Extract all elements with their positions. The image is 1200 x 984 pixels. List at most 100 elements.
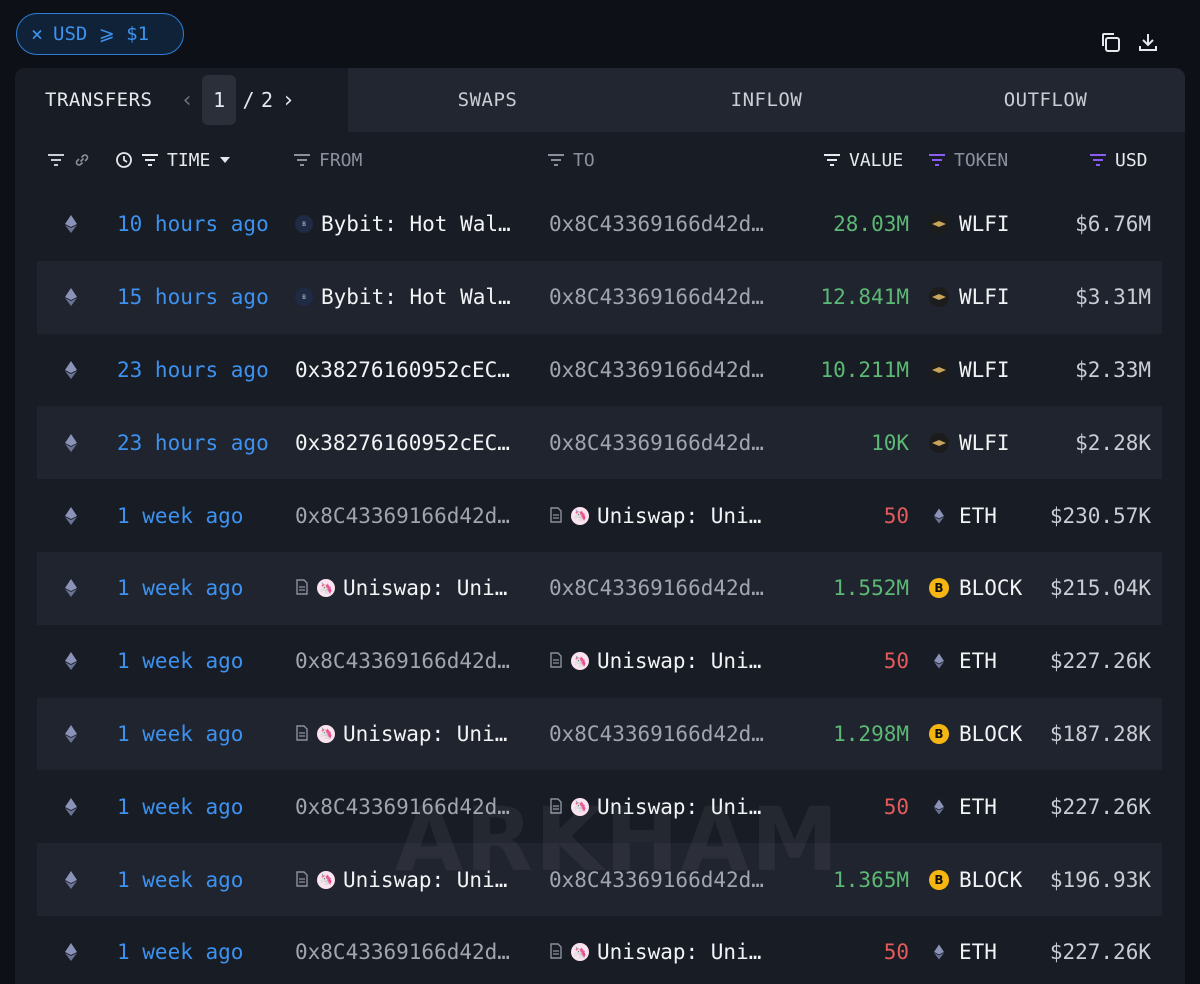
token-cell[interactable]: ETH: [929, 479, 1049, 552]
from-entity-label[interactable]: Uniswap: Uni…: [343, 722, 507, 746]
token-cell[interactable]: B BLOCK: [929, 843, 1049, 916]
to-entity-label[interactable]: Uniswap: Uni…: [597, 940, 761, 964]
value-cell: 50: [883, 794, 909, 819]
ethereum-icon: [63, 770, 79, 843]
value-cell: 50: [883, 503, 909, 528]
usd-cell: $227.26K: [1049, 940, 1151, 965]
from-address[interactable]: 0x8C43369166d42d…: [295, 649, 510, 673]
tab-outflow[interactable]: OUTFLOW: [906, 68, 1185, 132]
table-row[interactable]: 1 week ago 0x8C43369166d42d… 🦄 Uniswap: Uni…: [37, 625, 1162, 698]
time-cell[interactable]: 23 hours ago: [117, 334, 287, 407]
token-column-header[interactable]: TOKEN: [928, 132, 1008, 188]
ethereum-icon: [63, 334, 79, 407]
clock-icon: [116, 152, 132, 168]
filter-icon[interactable]: [823, 153, 841, 167]
from-cell: 0x8C43369166d42d…: [295, 625, 525, 698]
usd-column-header[interactable]: USD: [1089, 132, 1148, 188]
to-address[interactable]: 0x8C43369166d42d…: [549, 431, 764, 455]
time-cell[interactable]: 15 hours ago: [117, 261, 287, 334]
to-address[interactable]: 0x8C43369166d42d…: [549, 868, 764, 892]
tab-transfers[interactable]: TRANSFERS ‹ 1 / 2 ›: [15, 68, 348, 132]
filter-icon[interactable]: [1089, 153, 1107, 167]
from-address[interactable]: 0x8C43369166d42d…: [295, 504, 510, 528]
time-cell[interactable]: 10 hours ago: [117, 188, 287, 261]
to-cell: 0x8C43369166d42d…: [549, 843, 779, 916]
from-address[interactable]: 0x8C43369166d42d…: [295, 940, 510, 964]
close-icon[interactable]: ×: [31, 24, 43, 44]
usd-cell: $187.28K: [1049, 721, 1151, 746]
ethereum-icon: [63, 188, 79, 261]
from-column-header[interactable]: FROM: [293, 132, 362, 188]
link-icon[interactable]: [73, 151, 91, 169]
to-entity-label[interactable]: Uniswap: Uni…: [597, 649, 761, 673]
chevron-right-icon[interactable]: ›: [280, 88, 298, 113]
value-column-header[interactable]: VALUE: [823, 132, 903, 188]
time-cell[interactable]: 1 week ago: [117, 479, 287, 552]
token-cell[interactable]: ETH: [929, 625, 1049, 698]
time-cell[interactable]: 1 week ago: [117, 770, 287, 843]
token-cell[interactable]: ETH: [929, 770, 1049, 843]
to-column-label: TO: [573, 149, 595, 171]
to-address[interactable]: 0x8C43369166d42d…: [549, 285, 764, 309]
token-cell[interactable]: B BLOCK: [929, 552, 1049, 625]
table-row[interactable]: 15 hours ago B Bybit: Hot Wal… 0x8C43369166…: [37, 260, 1162, 334]
to-column-header[interactable]: TO: [547, 132, 595, 188]
time-cell[interactable]: 23 hours ago: [117, 406, 287, 479]
token-cell[interactable]: ETH: [929, 916, 1049, 984]
filter-icon[interactable]: [47, 153, 65, 167]
from-entity-label[interactable]: Bybit: Hot Wal…: [321, 285, 511, 309]
from-entity-label[interactable]: Bybit: Hot Wal…: [321, 212, 511, 236]
token-cell[interactable]: WLFI: [929, 406, 1049, 479]
time-cell[interactable]: 1 week ago: [117, 625, 287, 698]
to-entity-label[interactable]: Uniswap: Uni…: [597, 504, 761, 528]
token-column-label: TOKEN: [954, 149, 1009, 171]
table-row[interactable]: 1 week ago 0x8C43369166d42d… 🦄 Uniswap: Uni…: [37, 479, 1162, 552]
to-address[interactable]: 0x8C43369166d42d…: [549, 212, 764, 236]
filter-icon[interactable]: [141, 153, 159, 167]
to-entity-label[interactable]: Uniswap: Uni…: [597, 795, 761, 819]
to-address[interactable]: 0x8C43369166d42d…: [549, 722, 764, 746]
table-row[interactable]: 1 week ago 🦄 Uniswap: Uni… 0x8C43369166d42d…: [37, 843, 1162, 916]
from-address[interactable]: 0x38276160952cEC…: [295, 431, 510, 455]
token-cell[interactable]: WLFI: [929, 334, 1049, 407]
time-cell[interactable]: 1 week ago: [117, 552, 287, 625]
from-address[interactable]: 0x8C43369166d42d…: [295, 795, 510, 819]
to-address[interactable]: 0x8C43369166d42d…: [549, 576, 764, 600]
filter-icon[interactable]: [293, 153, 311, 167]
usd-filter-chip[interactable]: × USD ⩾ $1: [16, 13, 184, 55]
value-column-label: VALUE: [849, 149, 904, 171]
time-cell[interactable]: 1 week ago: [117, 698, 287, 771]
from-entity-label[interactable]: Uniswap: Uni…: [343, 868, 507, 892]
sort-down-icon[interactable]: [218, 155, 232, 165]
tab-inflow[interactable]: INFLOW: [627, 68, 906, 132]
filter-icon[interactable]: [928, 153, 946, 167]
table-row[interactable]: 23 hours ago 0x38276160952cEC… 0x8C4336916…: [37, 406, 1162, 480]
table-row[interactable]: 1 week ago 🦄 Uniswap: Uni… 0x8C43369166d42d…: [37, 697, 1162, 771]
table-row[interactable]: 1 week ago 🦄 Uniswap: Uni… 0x8C43369166d42d…: [37, 551, 1162, 625]
current-page[interactable]: 1: [202, 75, 237, 125]
to-address[interactable]: 0x8C43369166d42d…: [549, 358, 764, 382]
ethereum-icon: [63, 698, 79, 771]
from-address[interactable]: 0x38276160952cEC…: [295, 358, 510, 382]
token-cell[interactable]: WLFI: [929, 261, 1049, 334]
value-cell: 28.03M: [833, 212, 909, 237]
table-row[interactable]: 1 week ago 0x8C43369166d42d… 🦄 Uniswap: Uni…: [37, 916, 1162, 984]
eth-token-icon: [929, 506, 949, 526]
value-cell: 50: [883, 649, 909, 674]
uniswap-icon: 🦄: [571, 506, 589, 525]
copy-icon[interactable]: [1098, 30, 1122, 54]
time-column-header[interactable]: TIME: [115, 132, 232, 188]
tab-swaps[interactable]: SWAPS: [348, 68, 627, 132]
table-row[interactable]: 1 week ago 0x8C43369166d42d… 🦄 Uniswap: Uni…: [37, 770, 1162, 843]
token-cell[interactable]: WLFI: [929, 188, 1049, 261]
time-cell[interactable]: 1 week ago: [117, 843, 287, 916]
filter-icon[interactable]: [547, 153, 565, 167]
time-cell[interactable]: 1 week ago: [117, 916, 287, 984]
token-cell[interactable]: B BLOCK: [929, 698, 1049, 771]
chevron-left-icon[interactable]: ‹: [178, 88, 196, 113]
from-entity-label[interactable]: Uniswap: Uni…: [343, 576, 507, 600]
table-row[interactable]: 10 hours ago B Bybit: Hot Wal… 0x8C43369166…: [37, 188, 1162, 261]
from-cell: 0x8C43369166d42d…: [295, 479, 525, 552]
table-row[interactable]: 23 hours ago 0x38276160952cEC… 0x8C4336916…: [37, 334, 1162, 407]
download-icon[interactable]: [1136, 30, 1160, 54]
